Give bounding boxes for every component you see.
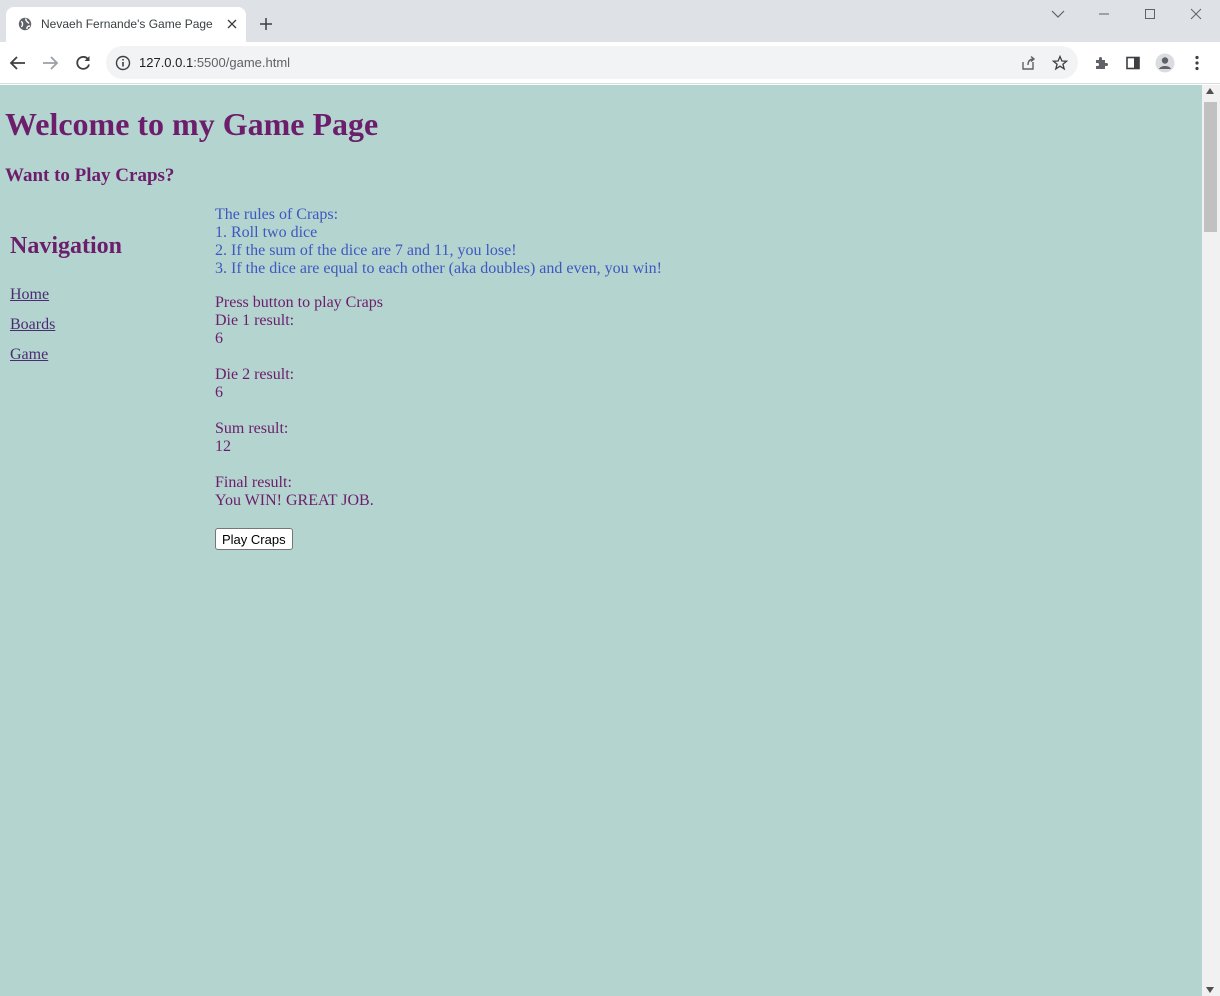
nav-link-boards[interactable]: Boards: [10, 316, 55, 334]
rule-item: 1. Roll two dice: [215, 224, 318, 241]
window-close-icon[interactable]: [1187, 5, 1205, 23]
die1-value: 6: [215, 330, 223, 347]
rule-item: 3. If the dice are equal to each other (…: [215, 260, 662, 277]
browser-toolbar: 127.0.0.1:5500/game.html: [0, 42, 1220, 84]
craps-rules: The rules of Craps: 1. Roll two dice 2. …: [215, 206, 662, 278]
tab-search-chevron-icon[interactable]: [1049, 5, 1067, 23]
forward-arrow-icon[interactable]: [40, 53, 60, 73]
nav-link-game[interactable]: Game: [10, 346, 48, 364]
maximize-icon[interactable]: [1141, 5, 1159, 23]
die2-value: 6: [215, 384, 223, 401]
new-tab-plus-icon[interactable]: [256, 14, 276, 34]
back-arrow-icon[interactable]: [8, 53, 28, 73]
menu-kebab-icon[interactable]: [1187, 53, 1207, 73]
globe-icon: [18, 17, 32, 31]
share-icon[interactable]: [1019, 54, 1037, 72]
page-viewport: Welcome to my Game Page Want to Play Cra…: [0, 85, 1202, 996]
vertical-scrollbar[interactable]: [1202, 85, 1220, 996]
play-prompt: Press button to play Craps: [215, 294, 383, 311]
navigation-heading: Navigation: [10, 233, 123, 259]
url-host: 127.0.0.1: [139, 55, 194, 70]
scroll-up-arrow-icon[interactable]: [1206, 88, 1214, 94]
nav-link-home[interactable]: Home: [10, 286, 49, 304]
url-path: :5500/game.html: [193, 55, 291, 70]
die1-label: Die 1 result:: [215, 312, 295, 329]
extensions-puzzle-icon[interactable]: [1091, 53, 1111, 73]
craps-game-panel: Press button to play Craps Die 1 result:…: [215, 294, 383, 510]
scroll-down-arrow-icon[interactable]: [1206, 987, 1214, 993]
rule-item: 2. If the sum of the dice are 7 and 11, …: [215, 242, 517, 259]
die2-label: Die 2 result:: [215, 366, 295, 383]
final-value: You WIN! GREAT JOB.: [215, 492, 374, 509]
url-text[interactable]: 127.0.0.1:5500/game.html: [139, 55, 290, 70]
sum-label: Sum result:: [215, 420, 289, 437]
scrollbar-thumb[interactable]: [1204, 102, 1217, 232]
sum-value: 12: [215, 438, 231, 455]
side-panel-icon[interactable]: [1123, 53, 1143, 73]
browser-titlebar: Nevaeh Fernande's Game Page: [0, 0, 1220, 42]
reload-icon[interactable]: [73, 53, 93, 73]
address-bar[interactable]: 127.0.0.1:5500/game.html: [106, 46, 1078, 79]
profile-avatar-icon[interactable]: [1155, 53, 1175, 73]
rules-heading: The rules of Craps:: [215, 206, 339, 223]
tab-title: Nevaeh Fernande's Game Page: [41, 17, 213, 31]
bookmark-star-icon[interactable]: [1051, 54, 1069, 72]
site-info-icon[interactable]: [115, 55, 131, 71]
page-title: Welcome to my Game Page: [5, 106, 379, 142]
play-craps-button[interactable]: Play Craps: [215, 528, 293, 550]
browser-tab[interactable]: Nevaeh Fernande's Game Page: [6, 7, 246, 42]
minimize-icon[interactable]: [1095, 5, 1113, 23]
final-label: Final result:: [215, 474, 292, 491]
tab-close-icon[interactable]: [224, 16, 240, 32]
page-subtitle: Want to Play Craps?: [5, 165, 175, 186]
